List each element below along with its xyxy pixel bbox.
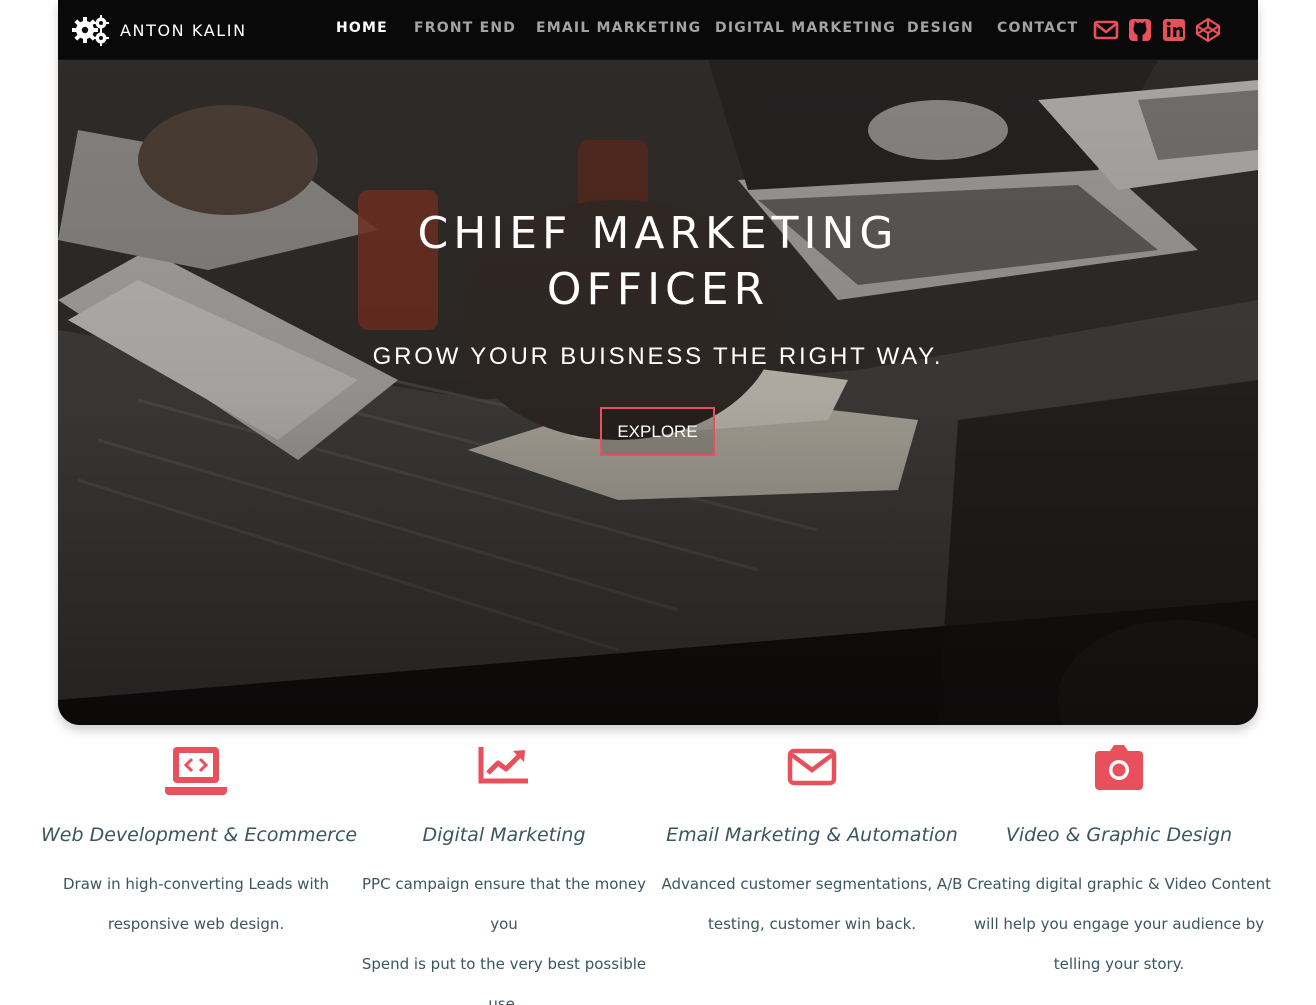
- service-title: Digital Marketing: [422, 824, 586, 846]
- explore-button[interactable]: EXPLORE: [600, 407, 715, 456]
- service-title: Video & Graphic Design: [1005, 824, 1233, 846]
- service-description: Creating digital graphic & Video Content…: [964, 864, 1274, 984]
- service-description-line: testing, customer win back.: [707, 915, 917, 933]
- service-description-line: Creating digital graphic & Video Content: [967, 875, 1271, 893]
- nav-front-end[interactable]: FRONT END: [414, 20, 516, 36]
- hero-subtitle: GROW YOUR BUISNESS THE RIGHT WAY.: [372, 343, 944, 370]
- brand-name: ANTON KALIN: [120, 20, 247, 40]
- service-description: Draw in high-converting Leads with respo…: [41, 864, 351, 944]
- gears-icon: [72, 15, 109, 46]
- nav-design[interactable]: DESIGN: [907, 20, 974, 36]
- nav-digital-marketing[interactable]: DIGITAL MARKETING: [715, 20, 896, 36]
- linkedin-icon[interactable]: [1161, 17, 1187, 43]
- navbar: ANTON KALIN HOME FRONT END EMAIL MARKETI…: [58, 0, 1258, 59]
- service-title: Email Marketing & Automation: [666, 824, 958, 846]
- service-description-line: PPC campaign ensure that the money you: [362, 875, 646, 933]
- chart-line-icon: [349, 745, 659, 801]
- nav-home[interactable]: HOME: [336, 20, 388, 36]
- envelope-icon: [657, 745, 967, 801]
- service-description-line: telling your story.: [1053, 955, 1185, 973]
- codepen-icon[interactable]: [1195, 17, 1221, 43]
- hero-title-line-2: OFFICER: [546, 264, 770, 315]
- service-description-line: responsive web design.: [107, 915, 285, 933]
- hero-section: ANTON KALIN HOME FRONT END EMAIL MARKETI…: [58, 0, 1258, 725]
- email-icon[interactable]: [1093, 17, 1119, 43]
- laptop-code-icon: [41, 745, 351, 801]
- service-description-line: Advanced customer segmentations, A/B: [661, 875, 963, 893]
- service-description: PPC campaign ensure that the money you S…: [349, 864, 659, 1005]
- hero-title-line-1: CHIEF MARKETING: [417, 208, 899, 259]
- service-video-graphic-design: Video & Graphic Design Creating digital …: [964, 745, 1274, 984]
- service-title: Web Development & Ecommerce: [41, 824, 358, 846]
- service-email-marketing: Email Marketing & Automation Advanced cu…: [657, 745, 967, 944]
- service-digital-marketing: Digital Marketing PPC campaign ensure th…: [349, 745, 659, 1005]
- service-description-line: will help you engage your audience by: [973, 915, 1265, 933]
- service-web-development: Web Development & Ecommerce Draw in high…: [41, 745, 358, 944]
- brand-link[interactable]: ANTON KALIN: [72, 14, 247, 46]
- service-description: Advanced customer segmentations, A/B tes…: [657, 864, 967, 944]
- hero-title: CHIEF MARKETING OFFICER: [58, 206, 1258, 318]
- service-description-line: Spend is put to the very best possible u…: [361, 955, 647, 1005]
- service-description-line: Draw in high-converting Leads with: [63, 875, 329, 893]
- github-icon[interactable]: [1127, 17, 1153, 43]
- camera-icon: [964, 745, 1274, 801]
- nav-contact[interactable]: CONTACT: [997, 20, 1078, 36]
- nav-email-marketing[interactable]: EMAIL MARKETING: [536, 20, 701, 36]
